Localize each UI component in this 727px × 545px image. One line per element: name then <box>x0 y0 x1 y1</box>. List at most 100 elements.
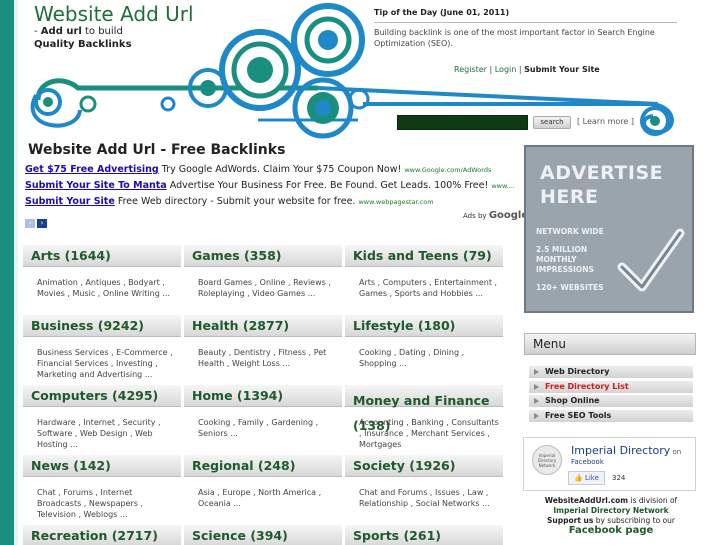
category-subcategories[interactable]: Hardware , Internet , Security , Softwar… <box>23 407 181 450</box>
menu-item-free-seo-tools[interactable]: Free SEO Tools <box>529 409 693 422</box>
category-card: Business (9242) Business Services , E-Co… <box>23 315 181 385</box>
category-title[interactable]: Lifestyle (180) <box>345 315 503 337</box>
ad-row: Submit Your Site Free Web directory - Su… <box>25 194 515 210</box>
support-text: by subscribing to our <box>593 516 675 525</box>
ad-pager: ‹ › <box>25 210 49 229</box>
category-subcategories[interactable]: Cooking , Dating , Dining , Shopping ... <box>345 337 503 369</box>
ad-link[interactable]: Get $75 Free Advertising <box>25 164 159 175</box>
like-label: Like <box>584 474 599 482</box>
category-card: Kids and Teens (79) Arts , Computers , E… <box>345 245 503 315</box>
category-subcategories[interactable]: Cooking , Family , Gardening , Seniors .… <box>184 407 342 439</box>
sidebar-menu: Web Directory Free Directory List Shop O… <box>529 366 693 424</box>
facebook-site-label[interactable]: Facebook <box>571 458 604 466</box>
category-title[interactable]: News (142) <box>23 455 181 477</box>
ad-row: Get $75 Free Advertising Try Google AdWo… <box>25 162 515 178</box>
advertise-line-1: ADVERTISE <box>540 162 664 184</box>
advertise-stats: NETWORK WIDE 2.5 MILLION MONTHLY IMPRESS… <box>536 227 604 293</box>
facebook-widget: Imperial Directory Network Imperial Dire… <box>523 437 696 491</box>
category-subcategories[interactable]: Business Services , E-Commerce , Financi… <box>23 337 181 380</box>
category-title[interactable]: Society (1926) <box>345 455 503 477</box>
category-card: Money and Finance (138) Accounting , Ban… <box>345 385 503 455</box>
tip-of-day-title: Tip of the Day (June 01, 2011) <box>374 8 510 17</box>
category-title[interactable]: Business (9242) <box>23 315 181 337</box>
ads-by-label[interactable]: Ads by Google <box>463 210 528 221</box>
ad-text: Advertise Your Business For Free. Be Fou… <box>166 180 492 191</box>
category-subcategories[interactable]: Beauty , Dentistry , Fitness , Pet Healt… <box>184 337 342 369</box>
support-us-label: Support us <box>546 516 594 525</box>
page-title: Website Add Url - Free Backlinks <box>28 142 286 158</box>
submit-site-link[interactable]: Submit Your Site <box>524 65 600 74</box>
category-title[interactable]: Home (1394) <box>184 385 342 407</box>
tagline-bold: Add url <box>40 26 82 37</box>
advertise-here-banner[interactable]: ADVERTISE HERE NETWORK WIDE 2.5 MILLION … <box>524 145 694 313</box>
category-title[interactable]: Money and Finance (138) <box>345 385 503 433</box>
search-button[interactable]: search <box>533 116 571 129</box>
category-title[interactable]: Recreation (2717) <box>23 525 181 545</box>
advertise-impressions-3: IMPRESSIONS <box>536 265 594 274</box>
division-network-link[interactable]: Imperial Directory Network <box>553 506 668 515</box>
register-link[interactable]: Register <box>454 65 487 74</box>
category-card: Sports (261) <box>345 525 503 545</box>
category-title[interactable]: Science (394) <box>184 525 342 545</box>
category-card: Lifestyle (180) Cooking , Dating , Dinin… <box>345 315 503 385</box>
thumbs-up-icon: 👍 <box>574 474 583 482</box>
category-card: Recreation (2717) <box>23 525 181 545</box>
category-card: Games (358) Board Games , Online , Revie… <box>184 245 342 315</box>
category-card: Science (394) <box>184 525 342 545</box>
division-site-name: WebsiteAddUrl.com <box>544 496 629 505</box>
ad-text: Try Google AdWords. Claim Your $75 Coupo… <box>158 164 405 175</box>
category-subcategories[interactable]: Chat , Forums , Internet Broadcasts , Ne… <box>23 477 181 520</box>
category-subcategories[interactable]: Animation , Antiques , Bodyart , Movies … <box>23 267 181 299</box>
menu-item-free-directory-list[interactable]: Free Directory List <box>529 380 693 393</box>
facebook-page-link[interactable]: Facebook page <box>569 525 654 536</box>
category-subcategories[interactable]: Board Games , Online , Reviews , Rolepla… <box>184 267 342 299</box>
search-input[interactable] <box>397 115 528 130</box>
menu-item-web-directory[interactable]: Web Directory <box>529 366 693 378</box>
category-card: Arts (1644) Animation , Antiques , Bodya… <box>23 245 181 315</box>
advertise-impressions-1: 2.5 MILLION <box>536 245 588 254</box>
category-title[interactable]: Kids and Teens (79) <box>345 245 503 267</box>
category-title[interactable]: Sports (261) <box>345 525 503 545</box>
facebook-page-title[interactable]: Imperial Directory <box>571 444 670 457</box>
category-card: News (142) Chat , Forums , Internet Broa… <box>23 455 181 525</box>
advertise-network: NETWORK WIDE <box>536 227 604 236</box>
imperial-directory-logo[interactable]: Imperial Directory Network <box>532 445 562 475</box>
sponsored-ads: Get $75 Free Advertising Try Google AdWo… <box>25 162 515 210</box>
category-title[interactable]: Games (358) <box>184 245 342 267</box>
advertise-impressions-2: MONTHLY <box>536 255 577 264</box>
category-subcategories[interactable]: Asia , Europe , North America , Oceania … <box>184 477 342 509</box>
facebook-on-label: on <box>670 448 682 456</box>
facebook-like-button[interactable]: 👍 Like <box>568 471 605 485</box>
login-link[interactable]: Login <box>495 65 517 74</box>
ad-next-button[interactable]: › <box>37 219 47 228</box>
category-subcategories[interactable]: Arts , Computers , Entertainment , Games… <box>345 267 503 299</box>
menu-title: Menu <box>524 333 696 355</box>
site-title[interactable]: Website Add Url <box>34 2 194 26</box>
ad-url[interactable]: www.Google.com/AdWords <box>404 166 491 174</box>
menu-item-shop-online[interactable]: Shop Online <box>529 395 693 407</box>
ad-url[interactable]: www.webpagestar.com <box>358 198 433 206</box>
tagline-rest: to build <box>81 26 123 37</box>
category-card: Society (1926) Chat and Forums , Issues … <box>345 455 503 525</box>
ad-url[interactable]: www.... <box>491 182 515 190</box>
ad-prev-button[interactable]: ‹ <box>25 219 35 228</box>
category-subcategories[interactable]: Chat and Forums , Issues , Law , Relatio… <box>345 477 503 509</box>
facebook-page-name[interactable]: Imperial Directory on <box>571 444 681 457</box>
tagline-line2: Quality Backlinks <box>34 39 132 50</box>
ad-link[interactable]: Submit Your Site <box>25 196 115 207</box>
site-header: Website Add Url - Add url to build Quali… <box>18 0 727 140</box>
tip-divider <box>374 22 677 23</box>
ad-row: Submit Your Site To Manta Advertise Your… <box>25 178 515 194</box>
advertise-line-2: HERE <box>540 186 599 208</box>
ads-by-brand: Google <box>488 210 529 221</box>
category-title[interactable]: Arts (1644) <box>23 245 181 267</box>
category-card: Home (1394) Cooking , Family , Gardening… <box>184 385 342 455</box>
category-title[interactable]: Computers (4295) <box>23 385 181 407</box>
learn-more-link[interactable]: [ Learn more ] <box>577 117 634 126</box>
tip-of-day-text: Building backlink is one of the most imp… <box>374 28 655 48</box>
ad-link[interactable]: Submit Your Site To Manta <box>25 180 167 191</box>
nav-separator: | <box>518 65 522 74</box>
category-title[interactable]: Regional (248) <box>184 455 342 477</box>
category-card: Health (2877) Beauty , Dentistry , Fitne… <box>184 315 342 385</box>
category-title[interactable]: Health (2877) <box>184 315 342 337</box>
